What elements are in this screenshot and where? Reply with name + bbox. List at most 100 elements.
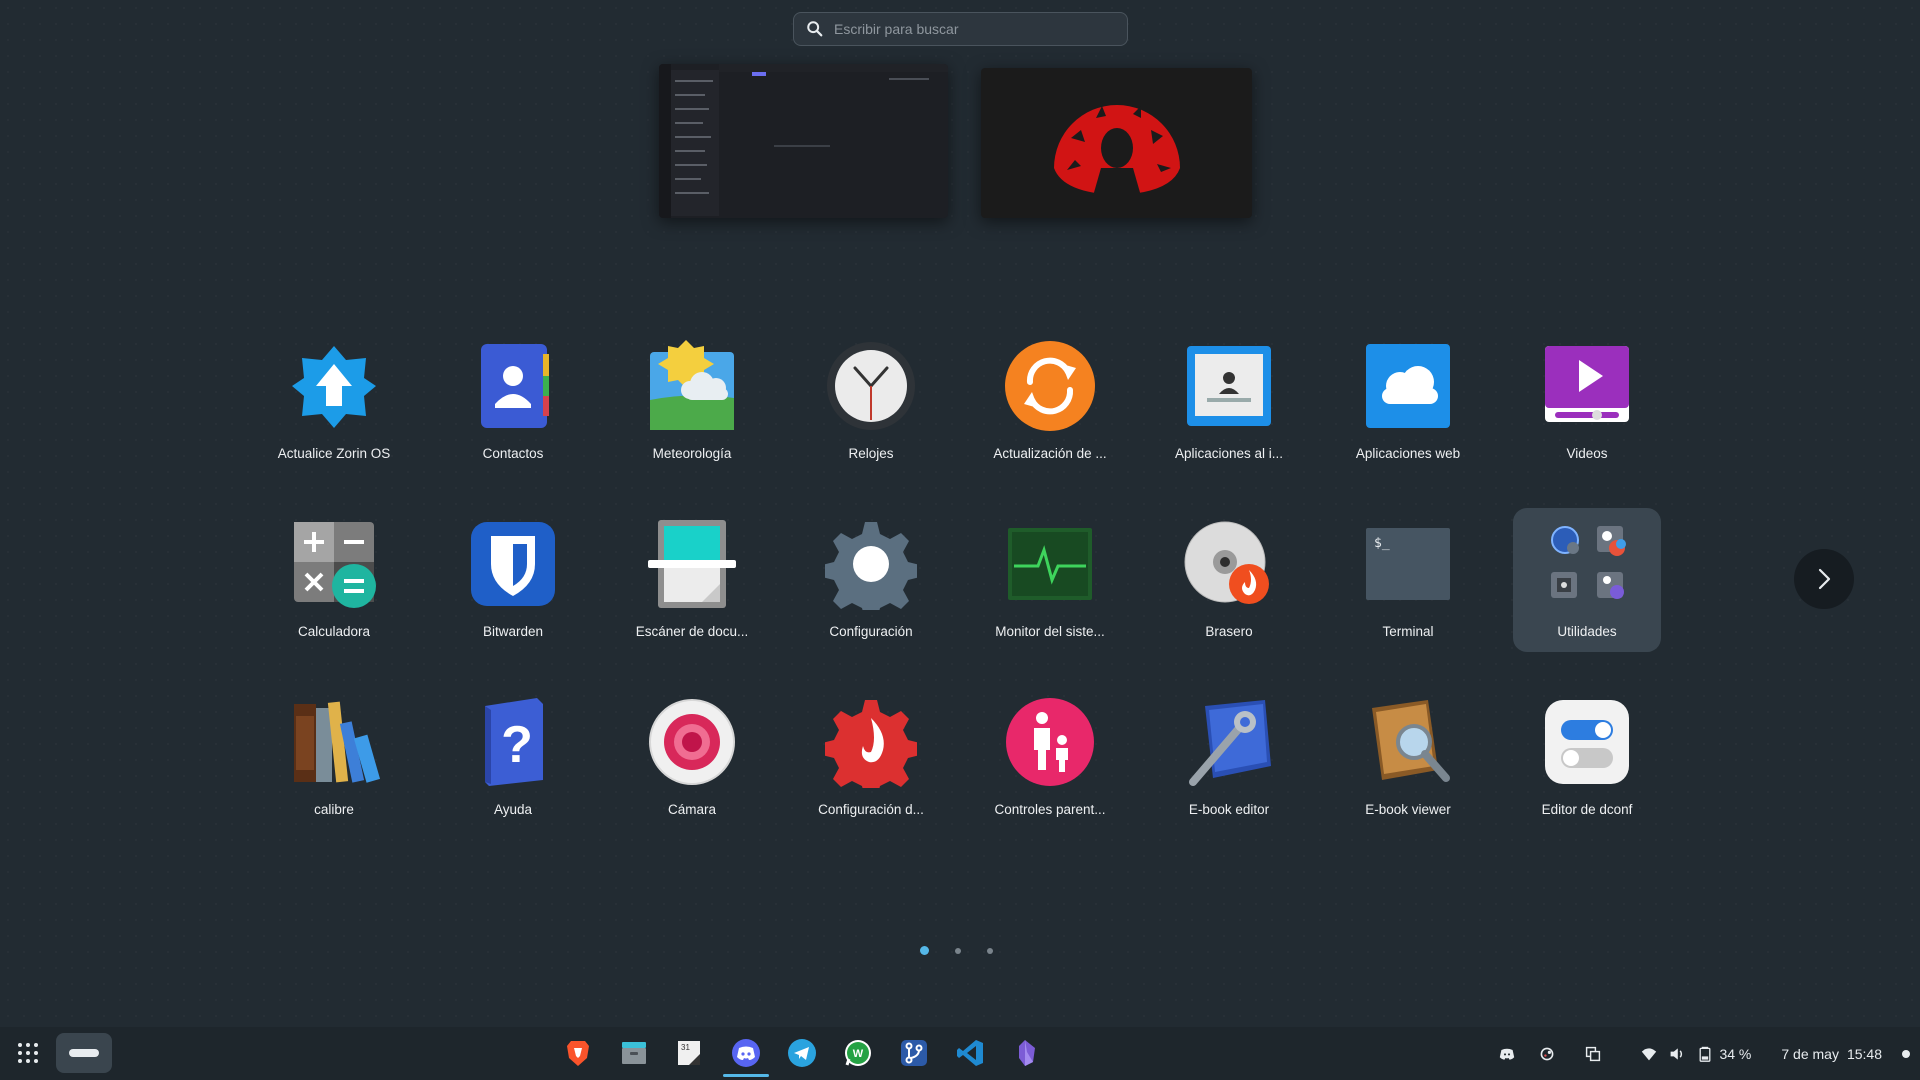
tray-wifi[interactable] xyxy=(1639,1044,1659,1064)
contacts-icon xyxy=(467,340,559,432)
firewall-config-icon xyxy=(825,696,917,788)
terminal-prompt: $_ xyxy=(1374,536,1390,551)
app-label: Relojes xyxy=(848,446,894,461)
taskbar-git-client[interactable] xyxy=(896,1035,932,1071)
app-tile-calibre[interactable]: calibre xyxy=(260,686,408,830)
next-page-button[interactable] xyxy=(1794,549,1854,609)
app-folder-utilities[interactable]: Utilidades xyxy=(1513,508,1661,652)
brasero-icon xyxy=(1183,518,1275,610)
settings-icon xyxy=(825,518,917,610)
app-tile-firewall-config[interactable]: Configuración d... xyxy=(797,686,945,830)
taskbar-discord[interactable] xyxy=(723,1035,769,1077)
tray-battery[interactable] xyxy=(1695,1044,1715,1064)
clock-date[interactable]: 7 de may xyxy=(1781,1046,1839,1062)
app-label: calibre xyxy=(314,802,354,817)
taskbar-files[interactable] xyxy=(616,1035,652,1071)
git-client-icon xyxy=(901,1040,927,1066)
app-label: Contactos xyxy=(482,446,544,461)
weather-icon xyxy=(646,340,738,432)
app-label: Aplicaciones al i... xyxy=(1174,446,1284,461)
wifi-icon xyxy=(1642,1047,1657,1060)
calibre-icon xyxy=(288,696,380,788)
svg-text:W: W xyxy=(853,1048,864,1060)
app-tile-zorin-update[interactable]: Actualice Zorin OS xyxy=(260,330,408,474)
taskbar-brave[interactable] xyxy=(560,1035,596,1071)
app-tile-parental-controls[interactable]: Controles parent... xyxy=(976,686,1124,830)
sync-status-icon xyxy=(1541,1047,1554,1060)
page-dot-3[interactable] xyxy=(987,947,993,954)
notification-dot[interactable] xyxy=(1902,1049,1910,1058)
app-label: Brasero xyxy=(1205,624,1253,639)
tray-discord[interactable] xyxy=(1497,1044,1517,1064)
telegram-icon xyxy=(788,1039,816,1067)
startup-apps-icon xyxy=(1183,340,1275,432)
videos-icon xyxy=(1541,340,1633,432)
app-tile-system-monitor[interactable]: Monitor del siste... xyxy=(976,508,1124,652)
app-tile-startup-apps[interactable]: Aplicaciones al i... xyxy=(1155,330,1303,474)
app-tile-weather[interactable]: Meteorología xyxy=(618,330,766,474)
app-tile-ebook-editor[interactable]: E-book editor xyxy=(1155,686,1303,830)
taskbar-telegram[interactable] xyxy=(784,1035,820,1071)
files-icon xyxy=(622,1042,646,1064)
app-tile-calculator[interactable]: Calculadora xyxy=(260,508,408,652)
app-tile-document-scanner[interactable]: Escáner de docu... xyxy=(618,508,766,652)
battery-icon xyxy=(1699,1046,1711,1062)
app-tile-web-apps[interactable]: Aplicaciones web xyxy=(1334,330,1482,474)
app-label: Ayuda xyxy=(493,802,533,817)
app-grid-icon xyxy=(18,1043,38,1063)
tray-windows[interactable] xyxy=(1583,1044,1603,1064)
app-tile-clocks[interactable]: Relojes xyxy=(797,330,945,474)
page-dot-1[interactable] xyxy=(920,946,929,955)
app-label: Controles parent... xyxy=(994,802,1106,817)
dconf-editor-icon xyxy=(1541,696,1633,788)
workspace-thumbnail-2[interactable] xyxy=(981,68,1252,218)
battery-percentage: 34 % xyxy=(1719,1045,1752,1062)
zorin-update-icon xyxy=(288,340,380,432)
document-scanner-icon xyxy=(646,518,738,610)
app-label: Configuración xyxy=(829,624,913,639)
app-label: E-book editor xyxy=(1188,802,1270,817)
web-apps-icon xyxy=(1362,340,1454,432)
app-tile-ebook-viewer[interactable]: E-book viewer xyxy=(1334,686,1482,830)
app-tile-help[interactable]: ? Ayuda xyxy=(439,686,587,830)
app-grid-button[interactable] xyxy=(14,1039,42,1067)
brave-icon xyxy=(567,1041,589,1066)
clock-time[interactable]: 15:48 xyxy=(1847,1046,1882,1062)
search-icon xyxy=(807,21,823,37)
app-label: Cámara xyxy=(667,802,716,817)
search-bar[interactable] xyxy=(793,12,1128,46)
app-label: Videos xyxy=(1566,446,1608,461)
obsidian-icon xyxy=(1019,1040,1035,1066)
app-label: Meteorología xyxy=(652,446,732,461)
app-label: Calculadora xyxy=(297,624,371,639)
taskbar-obsidian[interactable] xyxy=(1008,1035,1044,1071)
search-input[interactable] xyxy=(834,21,1114,37)
app-tile-videos[interactable]: Videos xyxy=(1513,330,1661,474)
taskbar: 31 W 34 % 7 de may 15:48 xyxy=(0,1027,1920,1080)
app-tile-contacts[interactable]: Contactos xyxy=(439,330,587,474)
app-tile-terminal[interactable]: $_ Terminal xyxy=(1334,508,1482,652)
taskbar-calendar-notes[interactable]: 31 xyxy=(672,1035,708,1071)
app-label: Actualización de ... xyxy=(993,446,1107,461)
tray-syncthing[interactable] xyxy=(1537,1044,1557,1064)
app-tile-bitwarden[interactable]: Bitwarden xyxy=(439,508,587,652)
tray-volume[interactable] xyxy=(1667,1044,1687,1064)
discord-icon xyxy=(732,1039,760,1067)
svg-text:31: 31 xyxy=(681,1043,690,1052)
app-tile-settings[interactable]: Configuración xyxy=(797,508,945,652)
app-label: Utilidades xyxy=(1557,624,1617,639)
system-tray: 34 % 7 de may 15:48 xyxy=(1497,1027,1920,1080)
taskbar-apps: 31 W xyxy=(560,1035,1044,1077)
utilities-folder-icon xyxy=(1541,518,1633,610)
app-tile-brasero[interactable]: Brasero xyxy=(1155,508,1303,652)
calendar-notes-icon: 31 xyxy=(678,1041,700,1065)
page-dot-2[interactable] xyxy=(955,947,961,954)
app-tile-dconf-editor[interactable]: Editor de dconf xyxy=(1513,686,1661,830)
parental-controls-icon xyxy=(1004,696,1096,788)
app-tile-camera[interactable]: Cámara xyxy=(618,686,766,830)
workspace-thumbnail-1[interactable] xyxy=(659,64,948,218)
workspace-indicator[interactable] xyxy=(56,1033,112,1073)
taskbar-whatsapp[interactable]: W xyxy=(840,1035,876,1071)
app-tile-software-update[interactable]: Actualización de ... xyxy=(976,330,1124,474)
taskbar-vscode[interactable] xyxy=(952,1035,988,1071)
